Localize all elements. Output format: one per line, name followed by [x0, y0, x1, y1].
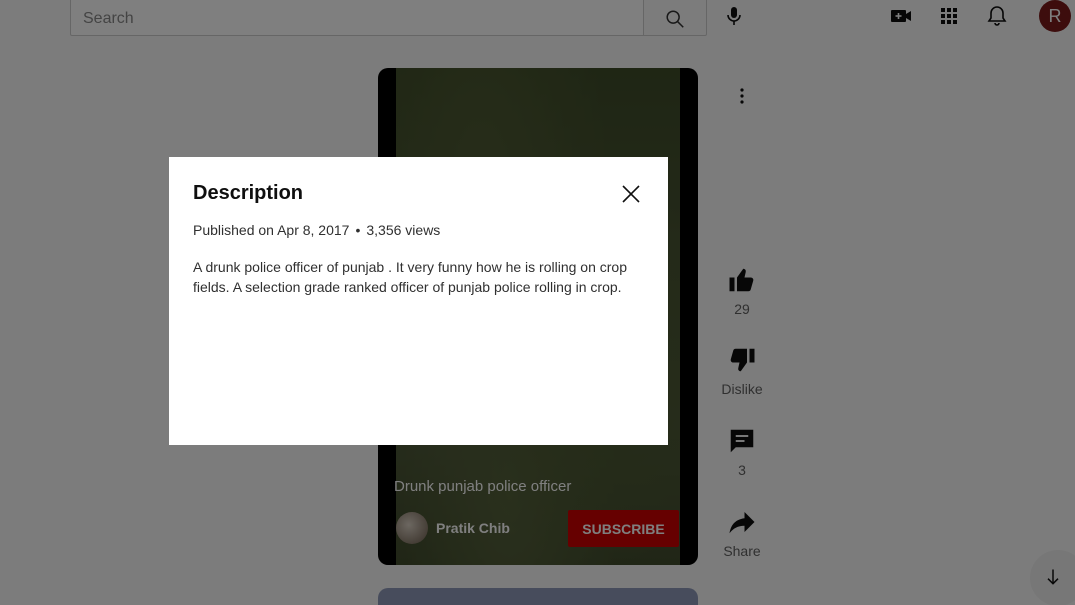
published-date: Published on Apr 8, 2017 [193, 222, 350, 238]
dialog-title: Description [193, 182, 304, 204]
view-count: 3,356 views [366, 222, 441, 238]
video-meta: Published on Apr 8, 2017 • 3,356 views [193, 222, 644, 238]
close-icon [622, 185, 640, 203]
meta-separator: • [355, 222, 361, 238]
close-button[interactable] [618, 181, 644, 207]
description-text: A drunk police officer of punjab . It ve… [193, 259, 627, 295]
description-dialog: Description Published on Apr 8, 2017 • 3,3… [169, 157, 668, 445]
